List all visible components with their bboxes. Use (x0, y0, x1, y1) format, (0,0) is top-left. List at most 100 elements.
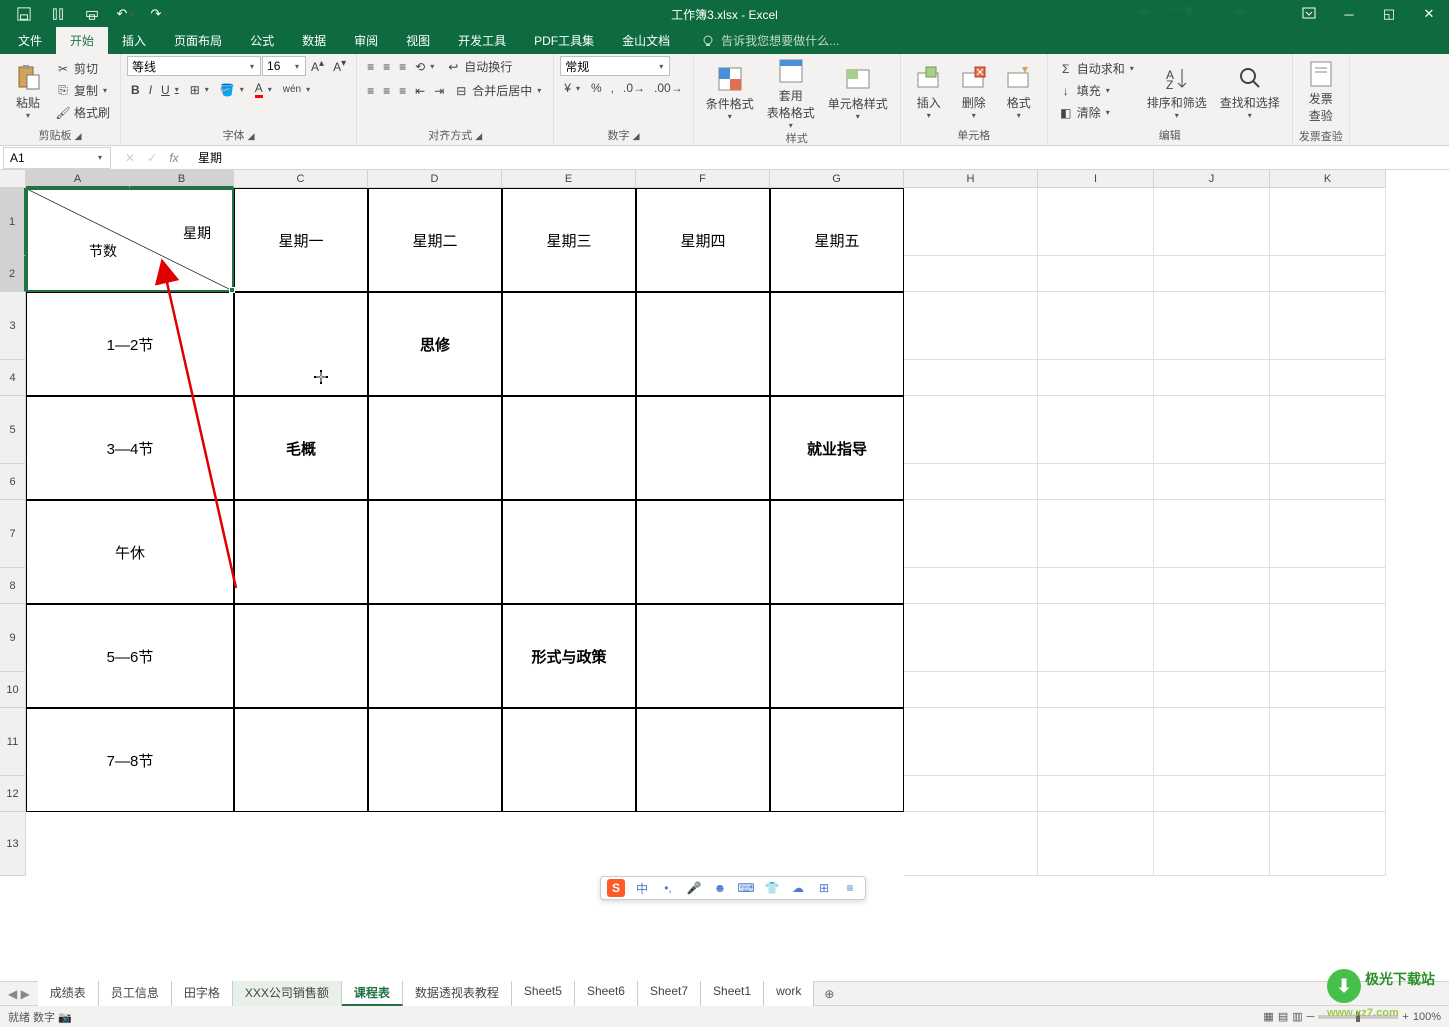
align-top-button[interactable]: ≡ (363, 58, 378, 76)
cell[interactable] (904, 188, 1038, 256)
format-painter-button[interactable]: 🖌格式刷 (51, 102, 114, 123)
cell[interactable] (1154, 464, 1270, 500)
currency-button[interactable]: ¥▾ (560, 79, 586, 97)
row-header-2[interactable]: 2 (0, 256, 26, 292)
cell[interactable] (770, 708, 904, 812)
cell[interactable] (1270, 568, 1386, 604)
comma-button[interactable]: , (607, 79, 618, 97)
cell[interactable] (904, 708, 1038, 776)
row-header-7[interactable]: 7 (0, 500, 26, 568)
cell[interactable] (636, 708, 770, 812)
cell[interactable] (1270, 396, 1386, 464)
tab-layout[interactable]: 页面布局 (160, 27, 236, 54)
cell[interactable] (1154, 604, 1270, 672)
cell[interactable] (1154, 672, 1270, 708)
number-format-combo[interactable]: 常规▾ (560, 56, 670, 76)
qat-undo-icon[interactable]: ↶▾ (110, 3, 142, 25)
underline-button[interactable]: U▾ (157, 81, 185, 99)
italic-button[interactable]: I (145, 81, 156, 99)
view-normal-button[interactable]: ▦ (1263, 1010, 1273, 1023)
restore-button[interactable]: ◱ (1369, 0, 1409, 28)
tab-review[interactable]: 审阅 (340, 27, 392, 54)
font-size-combo[interactable]: 16▾ (262, 56, 306, 76)
cell[interactable] (904, 256, 1038, 292)
qat-save-icon[interactable] (8, 3, 40, 25)
ime-voice-icon[interactable]: 🎤 (685, 879, 703, 897)
table-format-button[interactable]: 套用 表格格式▾ (761, 53, 821, 132)
qat-print-icon[interactable] (76, 3, 108, 25)
cell[interactable]: 星期五 (770, 188, 904, 292)
cells-area[interactable]: 星期节数星期一星期二星期三星期四星期五1—2节思修3—4节毛概就业指导午休5—6… (26, 188, 234, 292)
cell[interactable] (1038, 604, 1154, 672)
cell[interactable] (1270, 464, 1386, 500)
sheet-tab-2[interactable]: 田字格 (172, 981, 233, 1006)
col-header-H[interactable]: H (904, 170, 1038, 188)
cell[interactable] (1270, 672, 1386, 708)
sort-filter-button[interactable]: AZ排序和筛选▾ (1141, 60, 1213, 122)
cell[interactable] (502, 500, 636, 604)
cell[interactable] (1038, 360, 1154, 396)
add-sheet-button[interactable]: ⊕ (814, 987, 844, 1001)
ime-lang-button[interactable]: 中 (633, 879, 651, 897)
cell[interactable] (904, 812, 1038, 876)
cell[interactable] (1270, 500, 1386, 568)
autosum-button[interactable]: Σ自动求和▾ (1054, 58, 1140, 79)
select-all-button[interactable] (0, 170, 26, 188)
font-color-button[interactable]: A▾ (251, 79, 278, 100)
phonetic-button[interactable]: wén▾ (279, 82, 316, 97)
cell[interactable]: 星期二 (368, 188, 502, 292)
cell-style-button[interactable]: 单元格样式▾ (822, 61, 894, 123)
bold-button[interactable]: B (127, 81, 144, 99)
qat-touch-icon[interactable] (42, 3, 74, 25)
cell[interactable] (904, 672, 1038, 708)
row-header-13[interactable]: 13 (0, 812, 26, 876)
sheet-tab-7[interactable]: Sheet6 (575, 981, 638, 1006)
enter-formula-button[interactable]: ✓ (142, 148, 162, 168)
cell[interactable] (1038, 256, 1154, 292)
cell[interactable] (1038, 396, 1154, 464)
font-shrink-button[interactable]: A▾ (329, 56, 350, 76)
fx-button[interactable]: fx (164, 148, 184, 168)
align-bottom-button[interactable]: ≡ (395, 58, 410, 76)
col-header-A[interactable]: A (26, 170, 130, 188)
border-button[interactable]: ⊞▾ (186, 81, 215, 99)
cell[interactable] (1270, 708, 1386, 776)
cell[interactable]: 3—4节 (26, 396, 234, 500)
zoom-out-button[interactable]: ─ (1307, 1011, 1315, 1023)
percent-button[interactable]: % (587, 79, 606, 97)
sheet-tab-4[interactable]: 课程表 (342, 981, 403, 1006)
minimize-button[interactable]: ─ (1329, 0, 1369, 28)
cell[interactable] (234, 292, 368, 396)
sheet-tab-8[interactable]: Sheet7 (638, 981, 701, 1006)
cell[interactable] (1038, 292, 1154, 360)
row-header-3[interactable]: 3 (0, 292, 26, 360)
col-header-E[interactable]: E (502, 170, 636, 188)
decimal-dec-button[interactable]: .00→ (650, 79, 687, 97)
delete-cells-button[interactable]: 删除▾ (952, 60, 996, 122)
ime-grid-icon[interactable]: ⊞ (815, 879, 833, 897)
cell[interactable]: 星期节数 (26, 188, 234, 292)
cell[interactable]: 星期三 (502, 188, 636, 292)
cell[interactable] (368, 604, 502, 708)
fill-color-button[interactable]: 🪣▾ (216, 81, 250, 99)
tab-data[interactable]: 数据 (288, 27, 340, 54)
col-header-J[interactable]: J (1154, 170, 1270, 188)
align-center-button[interactable]: ≡ (379, 82, 394, 100)
tab-file[interactable]: 文件 (4, 27, 56, 54)
tab-home[interactable]: 开始 (56, 27, 108, 54)
cell[interactable] (904, 604, 1038, 672)
sheet-tab-9[interactable]: Sheet1 (701, 981, 764, 1006)
cell[interactable] (1038, 776, 1154, 812)
sheet-tab-0[interactable]: 成绩表 (38, 981, 99, 1006)
cell[interactable] (770, 500, 904, 604)
cell[interactable] (1038, 708, 1154, 776)
cell[interactable] (368, 708, 502, 812)
cell[interactable]: 就业指导 (770, 396, 904, 500)
sheet-tab-10[interactable]: work (764, 981, 814, 1006)
paste-button[interactable]: 粘贴▾ (6, 60, 50, 122)
fill-button[interactable]: ↓填充▾ (1054, 80, 1140, 101)
col-header-G[interactable]: G (770, 170, 904, 188)
format-cells-button[interactable]: 格式▾ (997, 60, 1041, 122)
align-right-button[interactable]: ≡ (395, 82, 410, 100)
tab-formula[interactable]: 公式 (236, 27, 288, 54)
